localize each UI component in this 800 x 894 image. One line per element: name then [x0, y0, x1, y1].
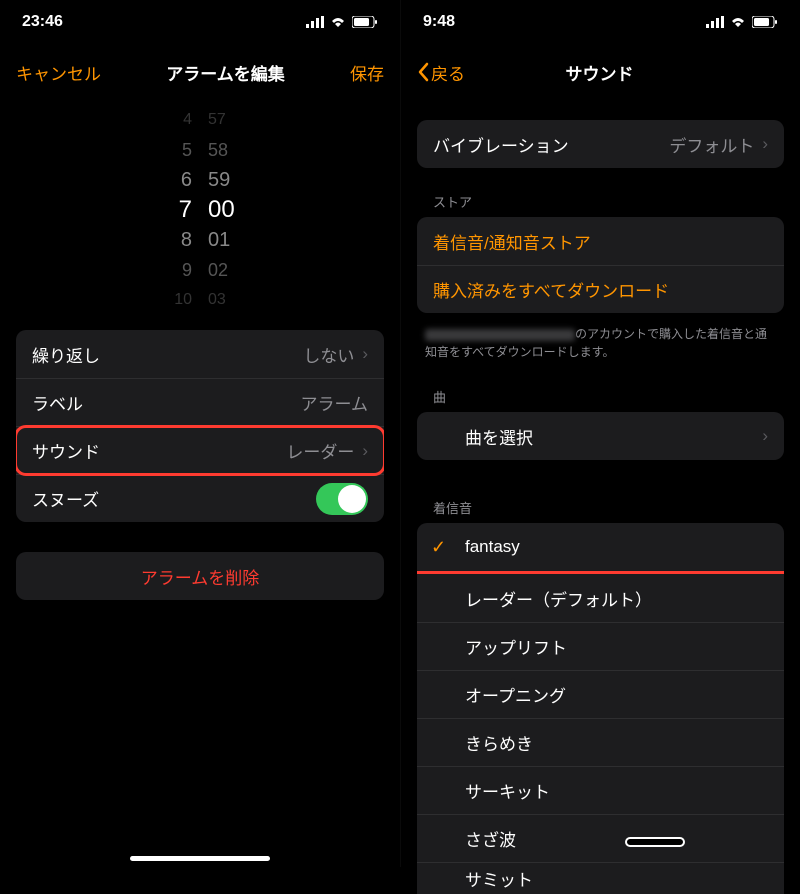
ringtone-label: fantasy [465, 537, 520, 557]
download-all-label: 購入済みをすべてダウンロード [433, 277, 768, 302]
back-button[interactable]: 戻る [417, 60, 465, 85]
ringtone-item[interactable]: オープニング [417, 670, 784, 718]
ringtone-list-cont: レーダー（デフォルト） アップリフト オープニング きらめき サーキット さざ波… [417, 574, 784, 894]
status-bar: 23:46 [0, 0, 400, 44]
ringtone-list: ✓ fantasy [417, 523, 784, 571]
delete-group: アラームを削除 [16, 552, 384, 600]
ringtone-item[interactable]: ✓ fantasy [417, 523, 784, 571]
chevron-right-icon: › [762, 426, 768, 446]
check-icon: ✓ [431, 537, 446, 558]
label-label: ラベル [32, 390, 301, 415]
wifi-icon [730, 16, 746, 28]
store-section-header: ストア [401, 186, 800, 217]
tone-store-label: 着信音/通知音ストア [433, 229, 768, 254]
ringtone-label: オープニング [465, 682, 566, 707]
minute-wheel[interactable]: 57 58 59 00 01 02 03 [200, 110, 260, 310]
vibration-group: バイブレーション デフォルト › [417, 120, 784, 168]
battery-icon [352, 16, 378, 28]
sound-label: サウンド [32, 438, 286, 463]
ringtone-label: きらめき [465, 730, 533, 755]
partial-control [625, 837, 685, 847]
hour-wheel[interactable]: 4 5 6 7 8 9 10 [140, 110, 200, 310]
ringtone-item[interactable]: レーダー（デフォルト） [417, 574, 784, 622]
label-cell[interactable]: ラベル アラーム [16, 378, 384, 426]
tone-store-cell[interactable]: 着信音/通知音ストア [417, 217, 784, 265]
ringtone-section-header: 着信音 [401, 492, 800, 523]
song-section-header: 曲 [401, 381, 800, 412]
vibration-label: バイブレーション [433, 132, 669, 157]
battery-icon [752, 16, 778, 28]
nav-title: アラームを編集 [166, 60, 285, 85]
vibration-cell[interactable]: バイブレーション デフォルト › [417, 120, 784, 168]
time-picker[interactable]: 4 5 6 7 8 9 10 57 58 59 00 01 02 03 [0, 110, 400, 310]
redacted-account [425, 329, 575, 341]
vibration-value: デフォルト [669, 132, 754, 157]
nav-title: サウンド [566, 60, 634, 85]
home-indicator[interactable] [130, 856, 270, 861]
pick-song-cell[interactable]: 曲を選択 › [417, 412, 784, 460]
status-time: 9:48 [423, 13, 455, 31]
nav-bar: 戻る サウンド [401, 44, 800, 100]
sound-value: レーダー [286, 438, 354, 463]
ringtone-label: サミット [465, 866, 533, 891]
sound-selection-screen: 9:48 戻る サウンド バイブレーション デフォルト › ストア 着信音/通知… [400, 0, 800, 867]
snooze-cell: スヌーズ [16, 474, 384, 522]
chevron-left-icon [417, 62, 429, 82]
snooze-toggle[interactable] [316, 483, 368, 515]
chevron-right-icon: › [762, 134, 768, 154]
ringtone-item[interactable]: きらめき [417, 718, 784, 766]
repeat-value: しない [303, 342, 354, 367]
wifi-icon [330, 16, 346, 28]
snooze-label: スヌーズ [32, 486, 316, 511]
sound-cell[interactable]: サウンド レーダー › [16, 426, 384, 474]
delete-alarm-button[interactable]: アラームを削除 [16, 552, 384, 600]
chevron-right-icon: › [362, 441, 368, 461]
repeat-label: 繰り返し [32, 342, 303, 367]
ringtone-item[interactable]: アップリフト [417, 622, 784, 670]
alarm-options-group: 繰り返し しない › ラベル アラーム サウンド レーダー › スヌーズ [16, 330, 384, 522]
chevron-right-icon: › [362, 344, 368, 364]
repeat-cell[interactable]: 繰り返し しない › [16, 330, 384, 378]
ringtone-label: さざ波 [465, 826, 516, 851]
cancel-button[interactable]: キャンセル [16, 60, 101, 85]
ringtone-label: レーダー（デフォルト） [465, 586, 652, 611]
save-button[interactable]: 保存 [350, 60, 384, 85]
label-value: アラーム [301, 390, 369, 415]
nav-bar: キャンセル アラームを編集 保存 [0, 44, 400, 100]
cellular-icon [706, 16, 724, 28]
status-icons [306, 16, 378, 28]
status-time: 23:46 [22, 13, 63, 31]
store-footer: のアカウントで購入した着信音と通知音をすべてダウンロードします。 [401, 319, 800, 381]
store-group: 着信音/通知音ストア 購入済みをすべてダウンロード [417, 217, 784, 313]
cellular-icon [306, 16, 324, 28]
alarm-edit-screen: 23:46 キャンセル アラームを編集 保存 4 5 6 7 8 9 10 57… [0, 0, 400, 867]
ringtone-item[interactable]: さざ波 [417, 814, 784, 862]
ringtone-label: サーキット [465, 778, 550, 803]
song-group: 曲を選択 › [417, 412, 784, 460]
download-all-cell[interactable]: 購入済みをすべてダウンロード [417, 265, 784, 313]
status-icons [706, 16, 778, 28]
ringtone-item[interactable]: サーキット [417, 766, 784, 814]
pick-song-label: 曲を選択 [465, 424, 754, 449]
ringtone-label: アップリフト [465, 634, 567, 659]
status-bar: 9:48 [401, 0, 800, 44]
